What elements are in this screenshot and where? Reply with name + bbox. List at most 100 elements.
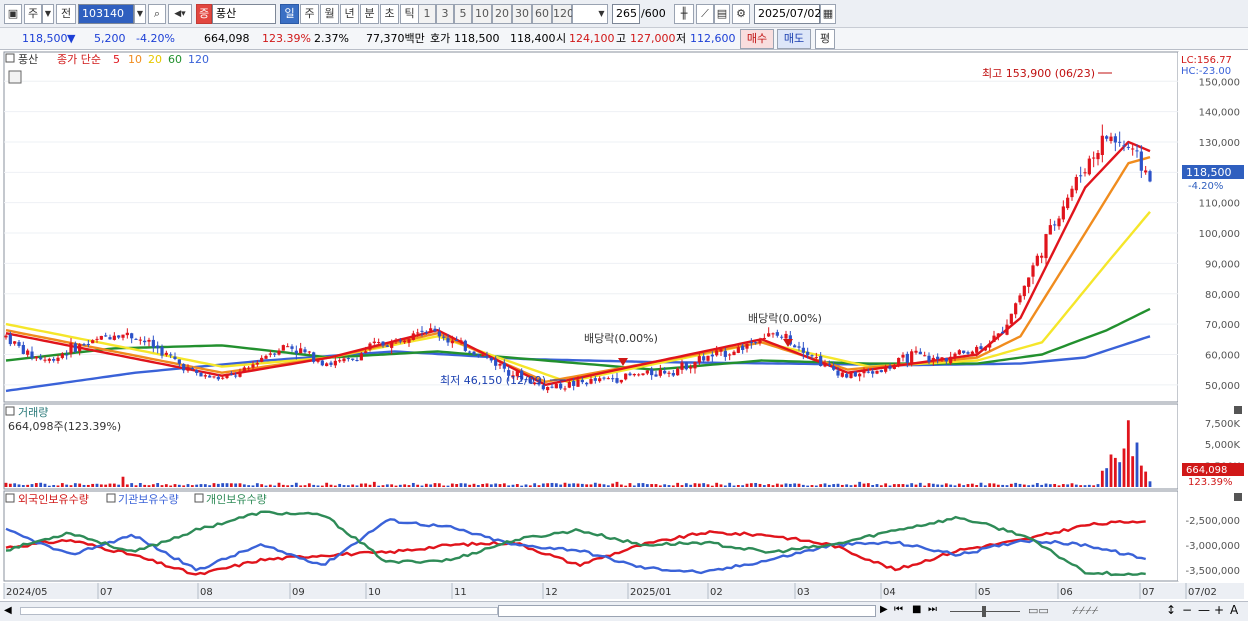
chart-area[interactable]: 50,000 60,000 70,000 80,000 90,000 100,000 110… (0, 50, 1248, 601)
candle-body (676, 368, 680, 376)
period-button-1[interactable]: 주 (300, 4, 319, 24)
volume-bar (728, 482, 732, 487)
speaker-icon[interactable]: ◀▾ (168, 4, 192, 24)
count-input[interactable]: 265 (612, 4, 640, 24)
panel-layout-icon[interactable]: ▭▭ (1028, 604, 1049, 617)
ma-20-label[interactable]: 20 (148, 53, 162, 66)
search-icon[interactable]: ⌕ (148, 4, 166, 24)
date-label: 07 (1142, 587, 1155, 598)
period-button-4[interactable]: 분 (360, 4, 379, 24)
calendar-icon[interactable]: ▦ (820, 4, 836, 24)
candle-type-icon[interactable]: ╫ (674, 4, 694, 24)
volume-bar (940, 484, 944, 487)
volume-close-icon[interactable] (1234, 406, 1242, 414)
save-icon[interactable]: ▤ (714, 4, 730, 24)
period-button-3[interactable]: 년 (340, 4, 359, 24)
candle-body (918, 351, 922, 355)
holding-close-icon[interactable] (1234, 493, 1242, 501)
hc-label: HC:-23.00 (1181, 66, 1231, 77)
all-selector[interactable]: 전 (56, 4, 76, 24)
volume-bar (1122, 448, 1126, 487)
volume-bar (957, 483, 961, 487)
volume-bar (1092, 485, 1096, 487)
candle-body (459, 340, 463, 343)
volume-bar (463, 483, 467, 487)
unit-dropdown-icon[interactable]: ▼ (596, 4, 608, 24)
type-selector[interactable]: 주 (24, 4, 42, 24)
minute-button-3[interactable]: 3 (436, 4, 454, 24)
candle-body (801, 347, 805, 353)
table-view-icon[interactable] (8, 70, 22, 84)
eval-button[interactable]: 평 (815, 29, 835, 49)
candle-body (351, 358, 355, 360)
scroll-right-icon[interactable]: ▶ (880, 604, 888, 615)
period-button-5[interactable]: 초 (380, 4, 399, 24)
candle-body (684, 362, 688, 370)
minus-icon[interactable]: — (1198, 603, 1210, 617)
volume-bar (541, 483, 545, 487)
minute-button-5[interactable]: 5 (454, 4, 472, 24)
minute-button-30[interactable]: 30 (512, 4, 532, 24)
candle-body (502, 362, 506, 369)
period-button-0[interactable]: 일 (280, 4, 299, 24)
layout-icon[interactable]: ▣ (4, 4, 22, 24)
scroll-thumb[interactable] (498, 605, 876, 617)
date-input[interactable]: 2025/07/02 (754, 4, 821, 24)
candle-body (234, 375, 238, 377)
auto-scale-icon[interactable]: A (1230, 603, 1238, 617)
stock-code-input[interactable]: 103140 (78, 4, 134, 24)
low-price: 112,600 (690, 32, 736, 45)
stop-icon[interactable]: ■ (912, 604, 921, 615)
zoom-in-icon[interactable]: + (1214, 603, 1224, 617)
candle-body (372, 341, 376, 344)
period-button-2[interactable]: 월 (320, 4, 339, 24)
current-price: 118,500 (22, 32, 68, 45)
volume-bar (741, 485, 745, 487)
scroll-left-icon[interactable]: ◀ (4, 605, 12, 616)
period-button-6[interactable]: 틱 (400, 4, 419, 24)
gear-icon[interactable]: ⚙ (732, 4, 750, 24)
vertical-drag-icon[interactable]: ↕ (1166, 603, 1176, 617)
minute-button-20[interactable]: 20 (492, 4, 512, 24)
stock-name-field[interactable]: 풍산 (212, 4, 276, 24)
zoom-slider-handle[interactable] (982, 606, 986, 617)
candle-body (957, 350, 961, 355)
draw-tool-icon[interactable]: ⟋ (696, 4, 714, 24)
candle-body (719, 349, 723, 352)
volume-bar (307, 483, 311, 487)
type-dropdown-icon[interactable]: ▼ (42, 4, 54, 24)
volume-bar (944, 483, 948, 487)
price-tick-label: 140,000 (1199, 108, 1240, 119)
volume-bar (73, 483, 77, 487)
ma-10-label[interactable]: 10 (128, 53, 142, 66)
stock-chart[interactable]: 50,00060,00070,00080,00090,000100,000110… (0, 50, 1248, 601)
ma-60-label[interactable]: 60 (168, 53, 182, 66)
code-dropdown-icon[interactable]: ▼ (134, 4, 146, 24)
minute-button-10[interactable]: 10 (472, 4, 492, 24)
volume-bar (1105, 468, 1109, 487)
candle-body (615, 378, 619, 383)
rewind-icon[interactable]: ⏮ (894, 604, 903, 615)
minute-button-1[interactable]: 1 (418, 4, 436, 24)
drawing-tools-icon[interactable]: ⌿⌿⌿⌿ (1072, 604, 1098, 618)
scroll-track[interactable] (20, 607, 498, 615)
volume-bar (1009, 483, 1013, 487)
volume-bar (121, 476, 125, 487)
candle-body (853, 371, 857, 377)
price-tick-label: 150,000 (1199, 77, 1240, 88)
zoom-out-icon[interactable]: − (1182, 603, 1192, 617)
candle-body (403, 340, 407, 343)
minute-button-120[interactable]: 120 (552, 4, 574, 24)
candle-body (450, 340, 454, 344)
volume-bar (641, 483, 645, 487)
buy-button[interactable]: 매수 (740, 29, 774, 49)
volume-bar (442, 485, 446, 487)
sell-button[interactable]: 매도 (777, 29, 811, 49)
minute-button-60[interactable]: 60 (532, 4, 552, 24)
ma-120-label[interactable]: 120 (188, 53, 209, 66)
fast-forward-icon[interactable]: ⏭ (928, 604, 937, 615)
current-change-axis-label: -4.20% (1188, 181, 1223, 192)
ma-5-label[interactable]: 5 (113, 53, 120, 66)
candle-body (888, 365, 892, 369)
candle-body (1009, 313, 1013, 324)
